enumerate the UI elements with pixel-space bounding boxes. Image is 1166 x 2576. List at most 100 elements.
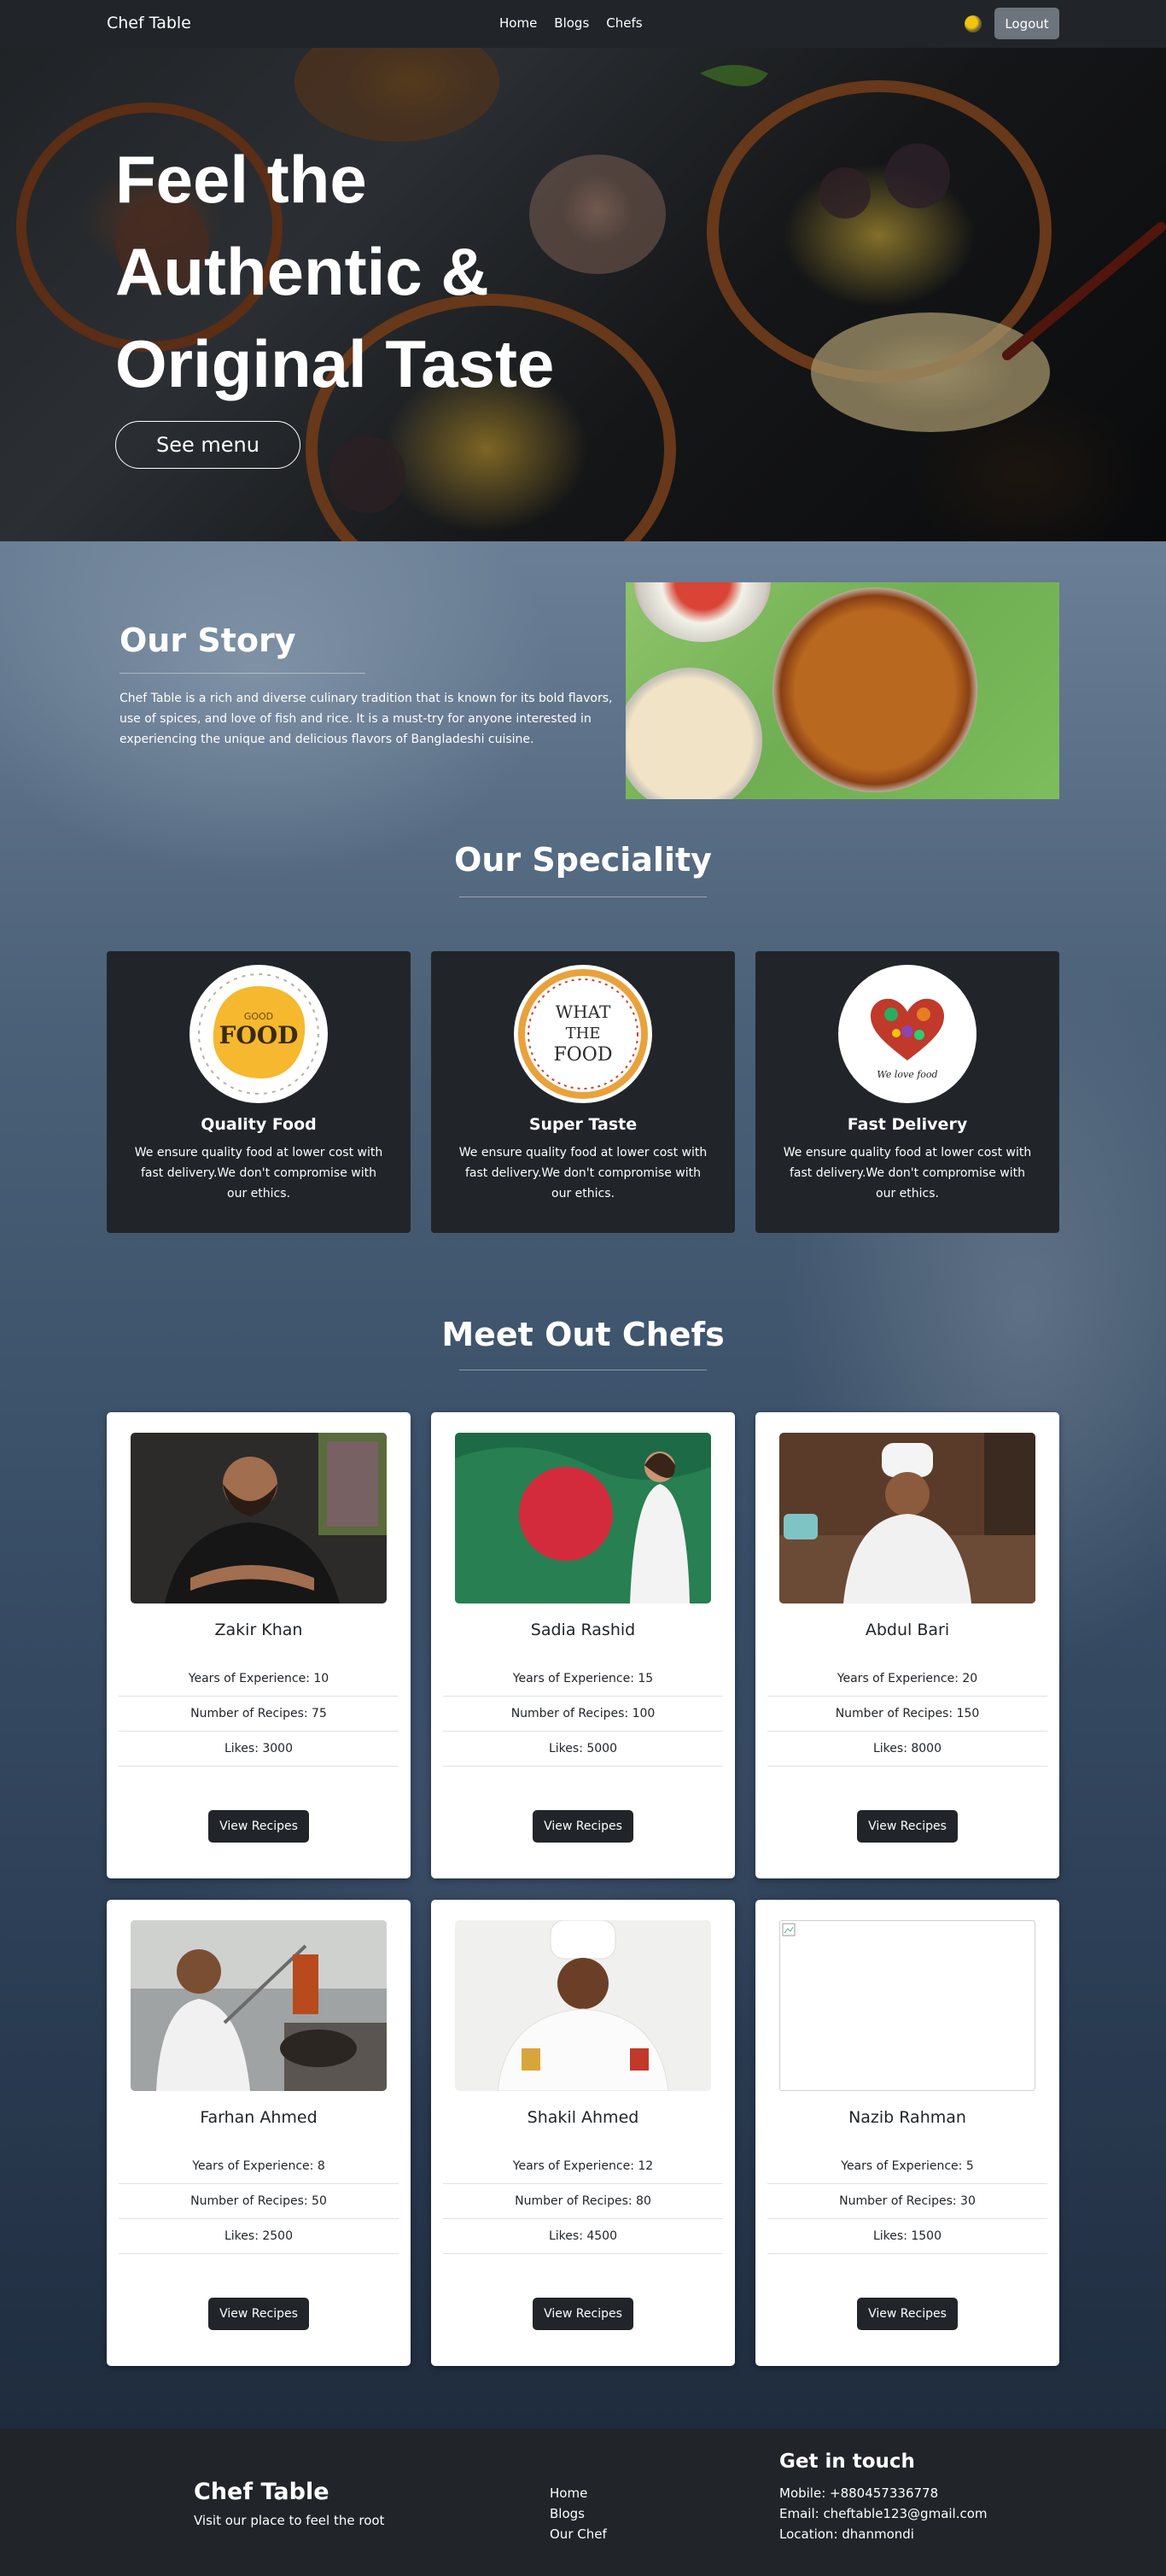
what-the-food-icon: WHAT THE FOOD (514, 965, 652, 1103)
chefs-title: Meet Out Chefs (441, 1316, 725, 1353)
chef-stats-list: Years of Experience: 12 Number of Recipe… (443, 2149, 723, 2254)
chef-recipes: Number of Recipes: 150 (767, 1697, 1047, 1732)
hero-title-line: Feel the (115, 142, 367, 217)
hero-title-line: Authentic & (115, 234, 489, 309)
view-recipes-button[interactable]: View Recipes (857, 1810, 958, 1843)
chef-card: Nazib Rahman Years of Experience: 5 Numb… (755, 1900, 1059, 2366)
chef-name: Zakir Khan (214, 1621, 303, 1639)
logout-button[interactable]: Logout (994, 8, 1059, 39)
chef-stats-list: Years of Experience: 15 Number of Recipe… (443, 1662, 723, 1767)
chef-experience: Years of Experience: 5 (767, 2149, 1047, 2184)
svg-text:We love food: We love food (877, 1069, 937, 1080)
speciality-card-taste: WHAT THE FOOD Super Taste We ensure qual… (431, 951, 735, 1233)
chef-name: Sadia Rashid (530, 1621, 636, 1639)
footer-brand: Chef Table (194, 2479, 329, 2505)
chef-photo (131, 1433, 387, 1603)
chef-likes: Likes: 5000 (443, 1732, 723, 1767)
curry-bowl (772, 587, 977, 792)
chef-likes: Likes: 1500 (767, 2219, 1047, 2254)
chef-card: Farhan Ahmed Years of Experience: 8 Numb… (107, 1900, 411, 2366)
nav-links: Home Blogs Chefs (499, 15, 643, 31)
footer: Chef Table Visit our place to feel the r… (0, 2428, 1166, 2576)
footer-link-blogs[interactable]: Blogs (550, 2503, 607, 2524)
story-food-image (626, 582, 1059, 799)
hero-title-line: Original Taste (115, 326, 555, 401)
footer-links: Home Blogs Our Chef (550, 2483, 607, 2544)
speciality-card-title: Super Taste (528, 1115, 638, 1134)
view-recipes-button[interactable]: View Recipes (533, 2298, 633, 2330)
speciality-card-delivery: We love food Fast Delivery We ensure qua… (755, 951, 1059, 1233)
chef-experience: Years of Experience: 15 (443, 1662, 723, 1697)
see-menu-button[interactable]: See menu (115, 421, 300, 469)
chef-card: Zakir Khan Years of Experience: 10 Numbe… (107, 1412, 411, 1878)
footer-tagline: Visit our place to feel the root (194, 2513, 385, 2528)
chef-experience: Years of Experience: 8 (119, 2149, 399, 2184)
chef-card: Sadia Rashid Years of Experience: 15 Num… (431, 1412, 735, 1878)
chef-card: Shakil Ahmed Years of Experience: 12 Num… (431, 1900, 735, 2366)
chef-name: Farhan Ahmed (200, 2108, 318, 2127)
speciality-title: Our Speciality (454, 841, 712, 879)
chef-experience: Years of Experience: 10 (119, 1662, 399, 1697)
nav-link-home[interactable]: Home (499, 15, 537, 31)
chef-photo (779, 1433, 1035, 1603)
brand-logo[interactable]: Chef Table (107, 14, 191, 32)
chef-recipes: Number of Recipes: 30 (767, 2184, 1047, 2219)
chef-recipes: Number of Recipes: 80 (443, 2184, 723, 2219)
chef-experience: Years of Experience: 20 (767, 1662, 1047, 1697)
chef-stats-list: Years of Experience: 5 Number of Recipes… (767, 2149, 1047, 2254)
speciality-card-title: Fast Delivery (847, 1115, 968, 1134)
salad-bowl (634, 582, 771, 642)
chef-recipes: Number of Recipes: 50 (119, 2184, 399, 2219)
svg-text:FOOD: FOOD (219, 1021, 299, 1049)
view-recipes-button[interactable]: View Recipes (533, 1810, 633, 1843)
story-text: Chef Table is a rich and diverse culinar… (120, 692, 613, 746)
chef-card: Abdul Bari Years of Experience: 20 Numbe… (755, 1412, 1059, 1878)
svg-text:FOOD: FOOD (554, 1044, 613, 1066)
chef-likes: Likes: 2500 (119, 2219, 399, 2254)
view-recipes-button[interactable]: View Recipes (857, 2298, 958, 2330)
rice-bowl (626, 668, 762, 799)
chef-photo (455, 1433, 711, 1603)
user-avatar[interactable] (965, 15, 982, 32)
speciality-card-desc: We ensure quality food at lower cost wit… (458, 1146, 708, 1200)
footer-location: Location: dhanmondi (779, 2526, 914, 2542)
chef-recipes: Number of Recipes: 75 (119, 1697, 399, 1732)
footer-link-our-chef[interactable]: Our Chef (550, 2524, 607, 2544)
chef-stats-list: Years of Experience: 10 Number of Recipe… (119, 1662, 399, 1767)
chef-name: Abdul Bari (865, 1621, 950, 1639)
chef-name: Nazib Rahman (848, 2108, 966, 2127)
footer-link-home[interactable]: Home (550, 2483, 607, 2503)
footer-contact: Mobile: +880457336778 Email: cheftable12… (779, 2483, 988, 2544)
chef-photo (131, 1920, 387, 2091)
quality-food-icon: GOOD FOOD (189, 965, 328, 1103)
view-recipes-button[interactable]: View Recipes (208, 2298, 309, 2330)
nav-link-chefs[interactable]: Chefs (606, 15, 642, 31)
chef-recipes: Number of Recipes: 100 (443, 1697, 723, 1732)
hero-banner: Feel the Authentic & Original Taste See … (0, 48, 1166, 541)
footer-contact-title: Get in touch (779, 2450, 915, 2473)
footer-mobile: Mobile: +880457336778 (779, 2485, 939, 2501)
story-divider (120, 673, 365, 674)
chef-likes: Likes: 4500 (443, 2219, 723, 2254)
svg-text:THE: THE (566, 1025, 601, 1043)
broken-image-icon (782, 1923, 796, 1936)
chef-experience: Years of Experience: 12 (443, 2149, 723, 2184)
speciality-card-title: Quality Food (201, 1115, 317, 1134)
chef-stats-list: Years of Experience: 20 Number of Recipe… (767, 1662, 1047, 1767)
chef-name: Shakil Ahmed (527, 2108, 639, 2127)
chef-stats-list: Years of Experience: 8 Number of Recipes… (119, 2149, 399, 2254)
speciality-card-desc: We ensure quality food at lower cost wit… (134, 1146, 383, 1200)
speciality-card-quality: GOOD FOOD Quality Food We ensure quality… (107, 951, 411, 1233)
chef-likes: Likes: 8000 (767, 1732, 1047, 1767)
story-title: Our Story (120, 622, 296, 659)
navbar: Chef Table Home Blogs Chefs Logout (0, 0, 1166, 48)
chef-photo-broken (779, 1920, 1035, 2091)
svg-text:WHAT: WHAT (556, 1002, 611, 1022)
nav-link-blogs[interactable]: Blogs (554, 15, 589, 31)
heart-food-icon: We love food (838, 965, 977, 1103)
hero-title: Feel the Authentic & Original Taste (115, 133, 593, 410)
chef-photo (455, 1920, 711, 2091)
footer-email: Email: cheftable123@gmail.com (779, 2506, 988, 2521)
chef-likes: Likes: 3000 (119, 1732, 399, 1767)
view-recipes-button[interactable]: View Recipes (208, 1810, 309, 1843)
